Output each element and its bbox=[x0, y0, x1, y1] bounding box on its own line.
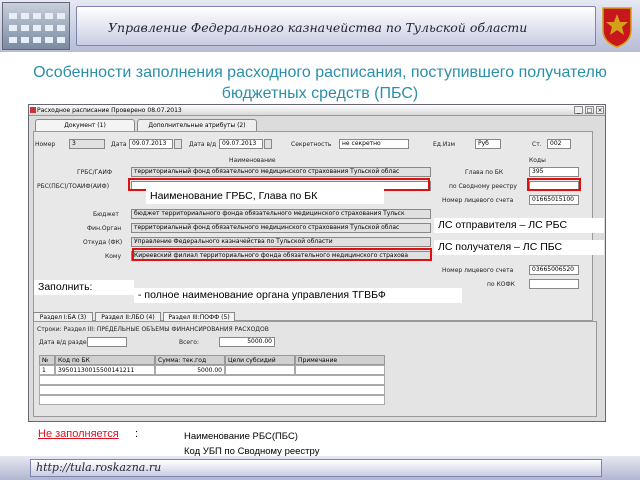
not-filled-item-1: Наименование РБС(ПБС) bbox=[184, 431, 298, 442]
budget-field[interactable]: бюджет территориального фонда обязательн… bbox=[131, 209, 431, 219]
grid-empty-row[interactable] bbox=[39, 375, 385, 385]
date-bd-label: Дата в/д bbox=[189, 141, 217, 148]
otkuda-field[interactable]: Управление Федерального казначейства по … bbox=[131, 237, 431, 247]
rbs-label: РБС(ПБС)/ТОАИФ(АИФ) bbox=[37, 183, 110, 190]
date-picker-button[interactable] bbox=[174, 139, 182, 149]
site-url[interactable]: http://tula.roskazna.ru bbox=[36, 461, 161, 474]
codes-header: Коды bbox=[529, 157, 546, 164]
unit-label: Ед.Изм bbox=[433, 141, 456, 148]
date-field[interactable]: 09.07.2013 bbox=[129, 139, 173, 149]
po-kofk-label: по КОФК bbox=[487, 281, 515, 288]
grid-date-field[interactable] bbox=[87, 337, 127, 347]
grid-header-sum: Сумма: тек.год bbox=[155, 355, 225, 365]
nomer-ls-label-2: Номер лицевого счета bbox=[442, 267, 514, 274]
po-svod-highlight bbox=[527, 178, 581, 191]
grid-header-number: № bbox=[39, 355, 55, 365]
grid-total-field: 5000.00 bbox=[219, 337, 275, 347]
grid-header-note: Примечание bbox=[295, 355, 385, 365]
callout-grbs-name: Наименование ГРБС, Глава по БК bbox=[146, 189, 384, 204]
grid-header-kbk: Код по БК bbox=[55, 355, 155, 365]
secrecy-label: Секретность bbox=[291, 141, 332, 148]
grid-caption: Строки: Раздел III: ПРЕДЕЛЬНЫЕ ОБЪЕМЫ ФИ… bbox=[37, 326, 269, 333]
grid-date-label: Дата в/д раздела bbox=[39, 339, 95, 346]
secrecy-field[interactable]: не секретно bbox=[339, 139, 409, 149]
window-title: Расходное расписание Проверено 08.07.201… bbox=[29, 105, 605, 116]
app-icon bbox=[30, 107, 36, 113]
grid-total-label: Всего: bbox=[179, 339, 199, 346]
callout-fill: Заполнить: bbox=[34, 280, 134, 295]
callout-ls-sender: ЛС отправителя – ЛС РБС bbox=[434, 218, 604, 233]
nomer-ls-field-1[interactable]: 01665015100 bbox=[529, 195, 579, 205]
not-filled-label: Не заполняется bbox=[38, 428, 119, 440]
tula-emblem-icon bbox=[602, 7, 632, 48]
date-bd-field[interactable]: 09.07.2013 bbox=[219, 139, 263, 149]
grid-empty-row[interactable] bbox=[39, 395, 385, 405]
po-kofk-field[interactable] bbox=[529, 279, 579, 289]
date-bd-picker-button[interactable] bbox=[264, 139, 272, 149]
glava-field[interactable]: 395 bbox=[529, 167, 579, 177]
grid-header-subsidy: Цели субсидий bbox=[225, 355, 295, 365]
date-label: Дата bbox=[111, 141, 127, 148]
tab-additional-attributes[interactable]: Дополнительные атрибуты (2) bbox=[137, 119, 257, 131]
number-label: Номер bbox=[35, 141, 56, 148]
callout-komu-hint: - полное наименование органа управления … bbox=[134, 288, 462, 303]
grid-cell-kbk[interactable]: 39501130015500141211 bbox=[55, 365, 155, 375]
nomer-ls-label: Номер лицевого счета bbox=[442, 197, 514, 204]
slide-title: Особенности заполнения расходного распис… bbox=[33, 64, 607, 102]
grbs-field[interactable]: территориальный фонд обязательного медиц… bbox=[131, 167, 431, 177]
maximize-button[interactable]: □ bbox=[585, 106, 594, 114]
budget-label: Бюджет bbox=[93, 211, 119, 218]
grbs-label: ГРБС/ГАИФ bbox=[77, 169, 113, 176]
minimize-button[interactable]: _ bbox=[574, 106, 583, 114]
app-window: Расходное расписание Проверено 08.07.201… bbox=[28, 104, 606, 422]
po-svod-label: по Сводному реестру bbox=[449, 183, 517, 190]
org-title: Управление Федерального казначейства по … bbox=[108, 20, 528, 35]
tab-document[interactable]: Документ (1) bbox=[35, 119, 135, 131]
not-filled-colon: : bbox=[135, 428, 139, 440]
page-field[interactable]: 002 bbox=[547, 139, 571, 149]
grid-cell-subsidy[interactable] bbox=[225, 365, 295, 375]
glava-label: Глава по БК bbox=[465, 169, 504, 176]
fin-organ-label: Фин.Орган bbox=[87, 225, 122, 232]
close-button[interactable]: × bbox=[596, 106, 604, 114]
grid-empty-row[interactable] bbox=[39, 385, 385, 395]
komu-label: Кому bbox=[105, 253, 122, 260]
komu-highlight bbox=[132, 248, 432, 261]
grid-cell-sum[interactable]: 5000.00 bbox=[155, 365, 225, 375]
naimenovanie-header: Наименование bbox=[229, 157, 276, 164]
otkuda-label: Откуда (ФК) bbox=[83, 239, 123, 246]
building-photo bbox=[2, 2, 70, 50]
grid-cell-note[interactable] bbox=[295, 365, 385, 375]
fin-organ-field[interactable]: территориальный фонд обязательного медиц… bbox=[131, 223, 431, 233]
number-field[interactable]: 3 bbox=[69, 139, 105, 149]
nomer-ls-field-2[interactable]: 03665006520 bbox=[529, 265, 579, 275]
page-label: Ст. bbox=[532, 141, 542, 148]
grid-cell-number[interactable]: 1 bbox=[39, 365, 55, 375]
callout-ls-receiver: ЛС получателя – ЛС ПБС bbox=[434, 240, 604, 255]
unit-field[interactable]: Руб bbox=[475, 139, 501, 149]
